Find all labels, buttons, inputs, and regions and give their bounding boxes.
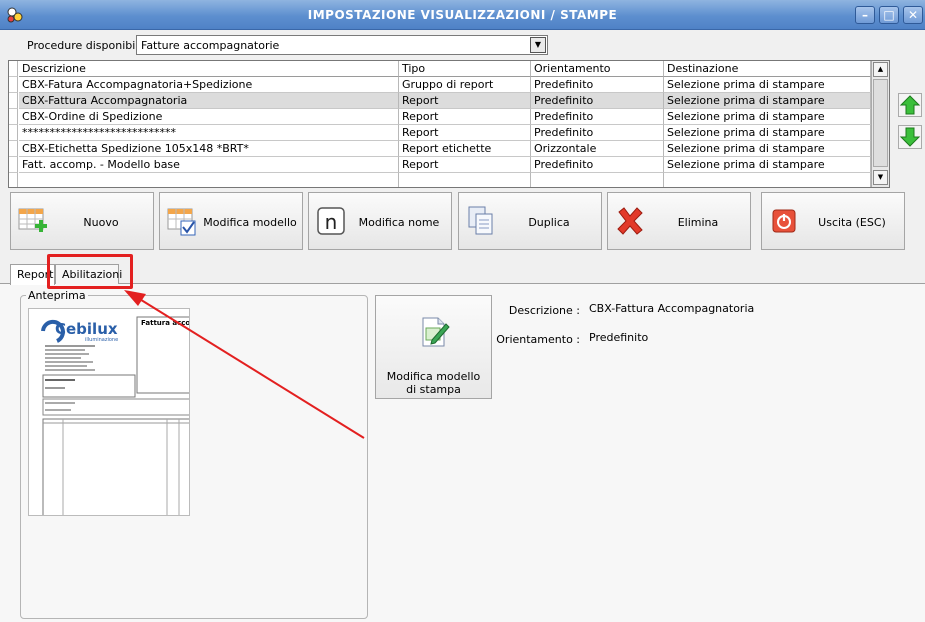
orientamento-value: Predefinito	[589, 331, 649, 344]
delete-x-icon	[617, 207, 643, 235]
elimina-button[interactable]: Elimina	[607, 192, 751, 250]
row-selector[interactable]	[9, 125, 18, 141]
grid-scrollbar[interactable]: ▲ ▼	[871, 61, 889, 187]
cell-descrizione: Fatt. accomp. - Modello base	[19, 157, 399, 173]
column-header-tipo[interactable]: Tipo	[399, 61, 531, 77]
cell-tipo: Gruppo di report	[399, 77, 531, 93]
row-selector[interactable]	[9, 77, 18, 93]
cell-descrizione	[19, 173, 399, 187]
procedure-value: Fatture accompagnatorie	[141, 39, 280, 52]
maximize-button[interactable]: □	[879, 6, 899, 24]
nuovo-label: Nuovo	[83, 216, 119, 229]
modifica-nome-button[interactable]: n Modifica nome	[308, 192, 452, 250]
cell-orientamento: Predefinito	[531, 125, 664, 141]
rename-icon: n	[317, 207, 345, 235]
cell-descrizione: CBX-Ordine di Spedizione	[19, 109, 399, 125]
cell-orientamento	[531, 173, 664, 187]
cell-orientamento: Orizzontale	[531, 141, 664, 157]
elimina-label: Elimina	[677, 216, 719, 229]
minimize-button[interactable]: –	[855, 6, 875, 24]
cell-orientamento: Predefinito	[531, 77, 664, 93]
procedure-select[interactable]: Fatture accompagnatorie ▼	[136, 35, 548, 55]
row-selector[interactable]	[9, 109, 18, 125]
modifica-nome-label: Modifica nome	[358, 216, 440, 229]
procedure-label: Procedure disponibili :	[27, 39, 149, 52]
nuovo-button[interactable]: Nuovo	[10, 192, 154, 250]
report-grid[interactable]: Descrizione Tipo Orientamento Destinazio…	[8, 60, 890, 188]
table-row[interactable]: CBX-Ordine di Spedizione Report Predefinit…	[9, 109, 871, 125]
orientamento-label: Orientamento :	[496, 333, 580, 346]
window-title: IMPOSTAZIONE VISUALIZZAZIONI / STAMPE	[307, 8, 618, 22]
table-row[interactable]	[9, 173, 871, 187]
cell-destinazione: Selezione prima di stampare	[664, 141, 871, 157]
column-header-destinazione[interactable]: Destinazione	[664, 61, 871, 77]
cell-descrizione: ****************************	[19, 125, 399, 141]
modifica-modello-label: Modifica modello	[203, 216, 297, 229]
cell-destinazione: Selezione prima di stampare	[664, 157, 871, 173]
uscita-button[interactable]: Uscita (ESC)	[761, 192, 905, 250]
scroll-thumb[interactable]	[873, 79, 888, 167]
duplica-button[interactable]: Duplica	[458, 192, 602, 250]
row-selector[interactable]	[9, 173, 18, 187]
cell-destinazione: Selezione prima di stampare	[664, 125, 871, 141]
cell-tipo	[399, 173, 531, 187]
report-preview: Cebilux illuminazione Fattura accomp	[28, 308, 190, 516]
cell-descrizione: CBX-Fattura Accompagnatoria	[19, 93, 399, 109]
cell-descrizione: CBX-Etichetta Spedizione 105x148 *BRT*	[19, 141, 399, 157]
duplica-label: Duplica	[528, 216, 570, 229]
edit-table-icon	[167, 208, 196, 236]
power-icon	[772, 209, 796, 233]
row-selector[interactable]	[9, 157, 18, 173]
close-button[interactable]: ✕	[903, 6, 923, 24]
move-up-icon[interactable]	[898, 93, 922, 117]
table-row[interactable]: **************************** Report Predef…	[9, 125, 871, 141]
cell-tipo: Report	[399, 125, 531, 141]
table-row[interactable]: CBX-Fatura Accompagnatoria+Spedizione Gru…	[9, 77, 871, 93]
duplicate-icon	[468, 206, 493, 235]
new-table-icon	[18, 208, 47, 232]
table-row[interactable]: CBX-Etichetta Spedizione 105x148 *BRT* Re…	[9, 141, 871, 157]
modifica-modello-stampa-label: Modifica modello di stampa	[386, 370, 481, 396]
cell-tipo: Report	[399, 93, 531, 109]
grid-header: Descrizione Tipo Orientamento Destinazio…	[9, 61, 871, 77]
cell-tipo: Report	[399, 157, 531, 173]
annotation-box	[47, 254, 133, 289]
chevron-down-icon[interactable]: ▼	[530, 37, 546, 53]
modifica-modello-button[interactable]: Modifica modello	[159, 192, 303, 250]
scroll-up-icon[interactable]: ▲	[873, 62, 888, 77]
cell-destinazione	[664, 173, 871, 187]
column-header-descrizione[interactable]: Descrizione	[19, 61, 399, 77]
descrizione-value: CBX-Fattura Accompagnatoria	[589, 302, 755, 315]
svg-text:Cebilux: Cebilux	[55, 320, 118, 338]
modifica-modello-stampa-button[interactable]: Modifica modello di stampa	[375, 295, 492, 399]
row-selector[interactable]	[9, 93, 18, 109]
column-header-orientamento[interactable]: Orientamento	[531, 61, 664, 77]
preview-group-label: Anteprima	[26, 289, 88, 302]
table-row[interactable]: Fatt. accomp. - Modello base Report Predef…	[9, 157, 871, 173]
cell-tipo: Report etichette	[399, 141, 531, 157]
cell-orientamento: Predefinito	[531, 109, 664, 125]
cell-destinazione: Selezione prima di stampare	[664, 77, 871, 93]
descrizione-label: Descrizione :	[508, 304, 580, 317]
row-selector[interactable]	[9, 141, 18, 157]
svg-text:n: n	[325, 210, 338, 234]
scroll-down-icon[interactable]: ▼	[873, 170, 888, 185]
edit-document-icon	[422, 317, 450, 347]
uscita-label: Uscita (ESC)	[818, 216, 886, 229]
svg-text:illuminazione: illuminazione	[85, 337, 118, 343]
cell-orientamento: Predefinito	[531, 93, 664, 109]
tab-bar	[0, 262, 925, 284]
cell-destinazione: Selezione prima di stampare	[664, 93, 871, 109]
cell-destinazione: Selezione prima di stampare	[664, 109, 871, 125]
preview-document: Cebilux illuminazione Fattura accomp	[41, 316, 190, 515]
cell-tipo: Report	[399, 109, 531, 125]
cell-orientamento: Predefinito	[531, 157, 664, 173]
table-row[interactable]: CBX-Fattura Accompagnatoria Report Predefi…	[9, 93, 871, 109]
move-down-icon[interactable]	[898, 125, 922, 149]
cell-descrizione: CBX-Fatura Accompagnatoria+Spedizione	[19, 77, 399, 93]
title-bar: IMPOSTAZIONE VISUALIZZAZIONI / STAMPE – …	[0, 0, 925, 30]
svg-text:Fattura accomp: Fattura accomp	[141, 319, 190, 327]
